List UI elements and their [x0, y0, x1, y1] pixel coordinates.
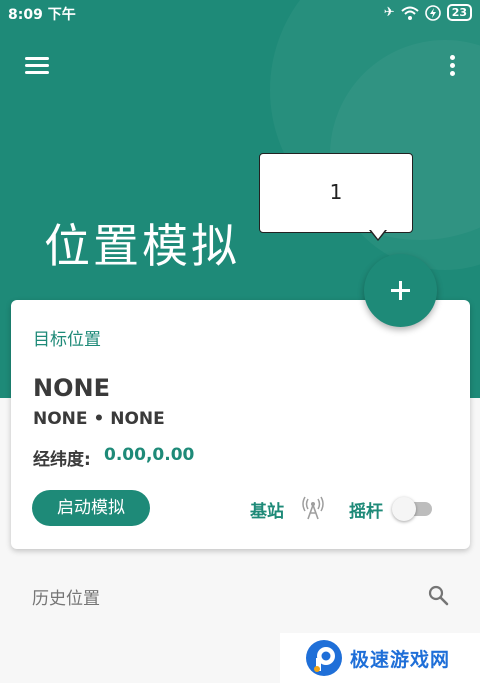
place-name: NONE — [33, 374, 110, 402]
history-section-label: 历史位置 — [32, 589, 100, 609]
tooltip-tail-fill — [371, 230, 385, 239]
watermark-text: 极速游戏网 — [350, 649, 451, 671]
place-subtitle: NONE • NONE — [33, 409, 165, 429]
tooltip-bubble: 1 — [259, 153, 413, 233]
toggle-thumb — [392, 497, 416, 521]
status-time: 8:09 下午 — [8, 7, 76, 23]
wifi-icon — [401, 6, 419, 20]
search-icon[interactable] — [426, 583, 450, 607]
start-simulation-button[interactable]: 启动模拟 — [32, 490, 150, 526]
target-location-card: 目标位置 NONE NONE • NONE 经纬度: 0.00,0.00 启动模… — [11, 300, 470, 549]
card-section-label: 目标位置 — [33, 330, 101, 350]
battery-indicator: 23 — [446, 4, 472, 21]
antenna-icon[interactable] — [300, 495, 326, 521]
coordinates-label: 经纬度: — [33, 450, 91, 470]
more-options-icon[interactable] — [442, 52, 462, 80]
joystick-toggle[interactable] — [392, 497, 434, 521]
joystick-label: 摇杆 — [349, 502, 383, 522]
menu-icon[interactable] — [22, 54, 52, 78]
add-location-button[interactable] — [364, 254, 437, 327]
base-station-label[interactable]: 基站 — [250, 497, 284, 522]
watermark-logo-icon — [306, 640, 342, 676]
coordinates-value: 0.00,0.00 — [104, 445, 195, 465]
tooltip-text: 1 — [329, 180, 343, 204]
status-icons: ✈ 23 — [384, 4, 472, 21]
watermark: 极速游戏网 — [280, 633, 480, 683]
page-title: 位置模拟 — [44, 219, 240, 273]
charging-icon — [424, 4, 441, 21]
status-bar: 8:09 下午 ✈ 23 — [0, 0, 480, 26]
airplane-icon: ✈ — [383, 5, 395, 20]
